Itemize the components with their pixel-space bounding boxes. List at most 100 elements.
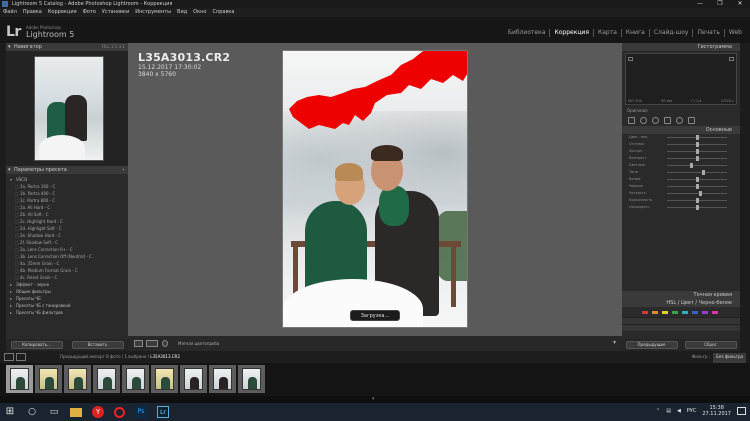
preset-item[interactable]: 3b. Lens Correction Off (Neutral) - C (6, 253, 128, 260)
preset-item[interactable]: 3a. Lens Correction 0+ - C (6, 246, 128, 253)
preset-folder[interactable]: Пресеты ЧБ (6, 295, 128, 302)
volume-icon[interactable]: ◀ (677, 408, 681, 414)
tone-curve-header[interactable]: Точная кривая (622, 291, 740, 299)
preset-item[interactable]: 2c. Highlight Hard - C (6, 218, 128, 225)
module-3[interactable]: Книга (620, 29, 649, 37)
menu-develop[interactable]: Коррекция (48, 8, 77, 17)
filmstrip-breadcrumb[interactable]: Предыдущий импорт 8 фото / 1 выбрано / L… (60, 351, 180, 363)
taskbar-clock[interactable]: 15:38 27.11.2017 (702, 405, 731, 417)
original-photo-label[interactable]: Оригинал (622, 107, 740, 114)
preset-item[interactable]: 2e. Shadow Hard - C (6, 232, 128, 239)
filmstrip-toggle-icon[interactable]: ▾ (372, 396, 375, 402)
basic-header[interactable]: Основные (622, 126, 740, 134)
hsl-swatch[interactable] (682, 310, 688, 314)
filmstrip-thumbnail[interactable] (209, 365, 236, 393)
main-image-view[interactable]: L35A3013.CR2 15.12.2017 17:30:02 3840 x … (128, 43, 622, 336)
search-icon[interactable]: ○ (26, 406, 38, 418)
module-6[interactable]: Web (723, 29, 746, 37)
maximize-button[interactable]: ❐ (712, 0, 728, 8)
module-5[interactable]: Печать (692, 29, 723, 37)
hsl-swatch[interactable] (702, 310, 708, 314)
slider-knob[interactable] (696, 198, 699, 203)
grid-view-icon[interactable] (16, 353, 26, 361)
preset-item[interactable]: 2d. Highlight Soft - C (6, 225, 128, 232)
hsl-header[interactable]: HSL / Цвет / Черно-белое (622, 299, 740, 307)
adjustment-brush-icon[interactable] (688, 116, 695, 124)
paste-settings-button[interactable]: Вставить (71, 341, 124, 349)
navigator-zoom-options[interactable]: FILL 1:1 3:1 (102, 43, 125, 51)
preset-folder[interactable]: Общие фильтры (6, 288, 128, 295)
adjustment-slider[interactable]: Белые (627, 176, 735, 183)
highlight-clipping-icon[interactable] (729, 57, 734, 61)
histogram-header[interactable]: Гистограмма (622, 43, 740, 51)
navigator-thumbnail[interactable] (34, 56, 104, 161)
toolbar-menu-arrow-icon[interactable]: ▾ (613, 339, 616, 346)
adjustment-slider[interactable]: Светлые (627, 162, 735, 169)
adjustment-slider[interactable]: Черные (627, 183, 735, 190)
loupe-view-icon[interactable] (134, 340, 143, 347)
adjustment-slider[interactable]: Четкость (627, 190, 735, 197)
before-after-icon[interactable] (146, 340, 158, 347)
preset-item[interactable]: 1a. Portra 160 - C (6, 183, 128, 190)
preset-item[interactable]: 4b. Medium Format Grain - C (6, 267, 128, 274)
photoshop-icon[interactable]: Ps (135, 406, 147, 418)
slider-track[interactable] (667, 193, 727, 194)
module-0[interactable]: Библиотека (504, 29, 550, 37)
file-explorer-icon[interactable] (70, 407, 82, 417)
module-2[interactable]: Карта (592, 29, 621, 37)
preset-folder[interactable]: Эффект - зерно (6, 281, 128, 288)
shadow-clipping-icon[interactable] (628, 57, 633, 61)
adjustment-slider[interactable]: Насыщенн. (627, 204, 735, 211)
second-window-icon[interactable] (4, 353, 14, 361)
hsl-swatch[interactable] (662, 310, 668, 314)
filmstrip-thumbnail[interactable] (122, 365, 149, 393)
filmstrip-thumbnail[interactable] (151, 365, 178, 393)
preset-item[interactable]: 4c. Reset Grain - C (6, 274, 128, 281)
slider-knob[interactable] (696, 184, 699, 189)
main-photo[interactable] (282, 50, 468, 328)
copy-settings-button[interactable]: Копировать... (10, 341, 63, 349)
preset-folder[interactable]: Пресеты ЧБ с тонировкой (6, 302, 128, 309)
red-eye-icon[interactable] (652, 116, 659, 124)
slider-knob[interactable] (696, 142, 699, 147)
menu-tools[interactable]: Инструменты (135, 8, 171, 17)
menu-edit[interactable]: Правка (23, 8, 42, 17)
crop-tool-icon[interactable] (628, 116, 635, 124)
preset-folder[interactable]: Пресеты ЧБ фильтров (6, 309, 128, 316)
preset-item[interactable]: 1b. Portra 400 - C (6, 190, 128, 197)
hsl-swatch[interactable] (712, 310, 718, 314)
right-panel-edge[interactable] (740, 43, 750, 351)
adjustment-slider[interactable]: Тени (627, 169, 735, 176)
menu-view[interactable]: Вид (177, 8, 187, 17)
filmstrip-thumbnail[interactable] (64, 365, 91, 393)
filmstrip-thumbnail[interactable] (6, 365, 33, 393)
preset-item[interactable]: 1c. Portra 800 - C (6, 197, 128, 204)
menu-help[interactable]: Справка (212, 8, 234, 17)
network-icon[interactable]: ▤ (666, 408, 671, 414)
filter-select[interactable]: Без фильтра (713, 353, 746, 363)
navigator-preview[interactable] (6, 51, 128, 166)
task-view-icon[interactable]: ▭ (48, 406, 60, 418)
adjustment-slider[interactable]: Цвет. тем. (627, 134, 735, 141)
preset-folder[interactable]: VSCO (6, 176, 128, 183)
graduated-filter-icon[interactable] (664, 116, 671, 124)
slider-knob[interactable] (690, 163, 694, 168)
hsl-swatch[interactable] (672, 310, 678, 314)
filmstrip-thumbnail[interactable] (35, 365, 62, 393)
minimize-button[interactable]: — (692, 0, 708, 8)
windows-start-icon[interactable]: ⊞ (4, 406, 16, 418)
preset-item[interactable]: 2b. All Soft - C (6, 211, 128, 218)
preset-item[interactable]: 2f. Shadow Soft - C (6, 239, 128, 246)
menu-file[interactable]: Файл (3, 8, 17, 17)
slider-knob[interactable] (696, 205, 699, 210)
tray-chevron-icon[interactable]: ⌃ (656, 408, 660, 414)
filmstrip-source[interactable]: Предыдущий импорт (60, 354, 105, 359)
slider-knob[interactable] (696, 135, 699, 140)
slider-track[interactable] (667, 165, 727, 166)
slider-track[interactable] (667, 172, 727, 173)
lightroom-icon[interactable]: Lr (157, 406, 169, 418)
filmstrip-thumbnail[interactable] (93, 365, 120, 393)
panel-band[interactable] (622, 324, 740, 331)
hsl-swatch[interactable] (642, 310, 648, 314)
slider-knob[interactable] (696, 149, 699, 154)
